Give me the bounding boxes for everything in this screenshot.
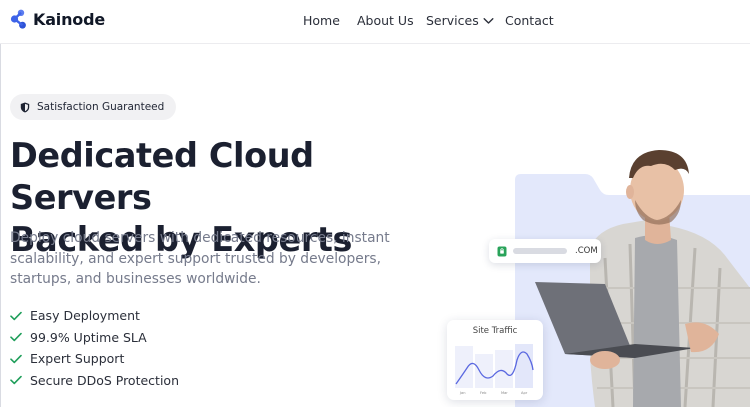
nav-contact-link[interactable]: Contact [505,13,554,28]
feature-list: Easy Deployment 99.9% Uptime SLA Expert … [10,305,179,391]
nav-home-link[interactable]: Home [303,13,340,28]
chevron-down-icon [483,17,494,24]
feature-label: 99.9% Uptime SLA [30,329,147,345]
feature-label: Easy Deployment [30,308,140,324]
chart-column-bg [475,354,493,388]
person-with-laptop-image [535,150,750,407]
satisfaction-badge: Satisfaction Guaranteed [10,94,177,120]
page-left-border [0,44,1,407]
feature-label: Expert Support [30,351,125,367]
feature-label: Secure DDoS Protection [30,372,179,388]
site-traffic-card: Site Traffic Jan Feb Mar Apr [447,320,543,400]
check-icon [10,376,22,385]
domain-tld: .COM [575,246,598,256]
domain-card: .COM [489,239,601,263]
feature-item: 99.9% Uptime SLA [10,327,179,349]
shield-icon [20,102,30,112]
check-icon [10,311,22,320]
feature-item: Easy Deployment [10,305,179,327]
month-label: Apr [521,391,528,395]
headline-line-1: Dedicated Cloud Servers [10,136,314,217]
check-icon [10,354,22,363]
chart-column-bg [495,350,513,388]
month-label: Mar [501,391,508,395]
badge-label: Satisfaction Guaranteed [37,101,165,113]
check-icon [10,333,22,342]
url-placeholder-bar [513,248,567,254]
hero-subtext: Deploy cloud servers with dedicated reso… [10,230,390,287]
nav-about-link[interactable]: About Us [357,13,414,28]
main-nav: Home About Us Services Contact [0,13,750,33]
lock-icon [497,246,507,256]
month-label: Jan [459,391,466,395]
nav-services-label: Services [426,13,479,28]
chart-column-bg [515,344,533,388]
site-traffic-title: Site Traffic [472,326,518,336]
month-label: Feb [480,391,487,395]
feature-item: Expert Support [10,348,179,370]
feature-item: Secure DDoS Protection [10,370,179,392]
top-navigation-bar: Kainode Home About Us Services Contact [0,0,750,44]
site-traffic-chart: Jan Feb Mar Apr [455,344,534,395]
nav-services-dropdown[interactable]: Services [426,13,494,28]
